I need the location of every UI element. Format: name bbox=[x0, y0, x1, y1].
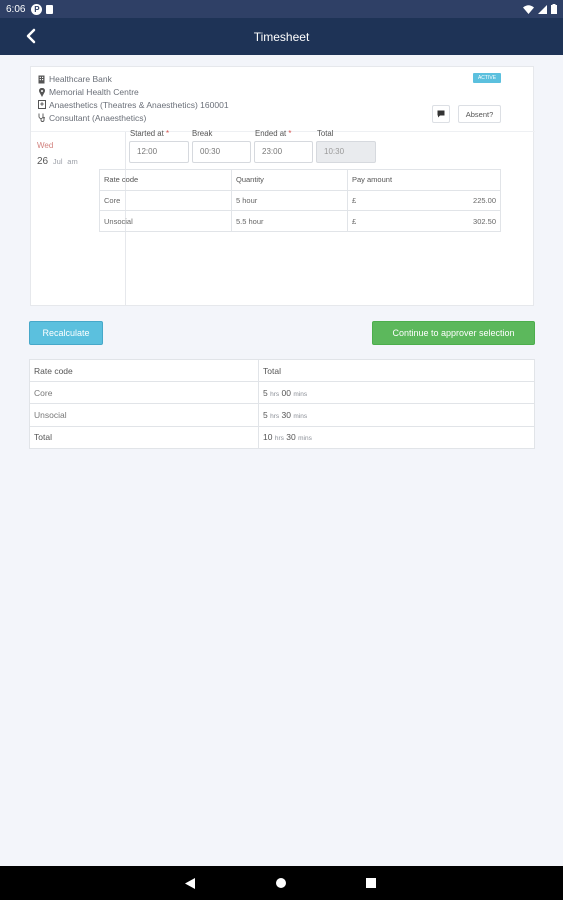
department-name: Anaesthetics (Theatres & Anaesthetics) 1… bbox=[49, 99, 229, 110]
table-row: Total 10 hrs 30 mins bbox=[29, 425, 535, 449]
total-time-input: 10:30 bbox=[316, 141, 376, 163]
signal-icon bbox=[538, 4, 547, 14]
total-label: Total bbox=[317, 129, 334, 138]
back-chevron-icon[interactable] bbox=[22, 26, 42, 46]
status-bar: 6:06 P bbox=[0, 0, 563, 18]
organisation-row: Healthcare Bank bbox=[36, 73, 229, 86]
pay-amount-header: Pay amount bbox=[347, 169, 501, 191]
ended-label-text: Ended at bbox=[255, 129, 287, 138]
department-row: Anaesthetics (Theatres & Anaesthetics) 1… bbox=[36, 99, 229, 112]
hours-unit: hrs bbox=[270, 390, 280, 398]
minutes-value: 30 bbox=[281, 409, 291, 420]
nav-back-icon[interactable] bbox=[185, 878, 195, 889]
hours-value: 10 bbox=[263, 432, 273, 443]
rate-table-header: Rate code Quantity Pay amount bbox=[99, 169, 501, 191]
hours-value: 5 bbox=[263, 409, 268, 420]
started-at-input[interactable]: 12:00 bbox=[129, 141, 189, 163]
map-marker-icon bbox=[36, 87, 47, 97]
site-name: Memorial Health Centre bbox=[49, 87, 139, 98]
date-suffix: am bbox=[67, 157, 78, 166]
status-badge: ACTIVE bbox=[473, 73, 501, 83]
wifi-icon bbox=[523, 4, 534, 14]
started-label-text: Started at bbox=[130, 129, 164, 138]
nav-recents-icon[interactable] bbox=[366, 878, 376, 888]
comment-icon bbox=[437, 110, 445, 118]
rate-code-header: Rate code bbox=[99, 169, 232, 191]
status-time: 6:06 bbox=[6, 3, 26, 15]
building-icon bbox=[36, 74, 47, 84]
stethoscope-icon bbox=[36, 113, 47, 123]
summary-total-header: Total bbox=[258, 358, 535, 383]
hospital-icon bbox=[36, 100, 47, 110]
minutes-value: 30 bbox=[286, 432, 296, 443]
ended-at-input[interactable]: 23:00 bbox=[254, 141, 313, 163]
summary-table: Rate code Total Core 5 hrs 00 mins Unsoc… bbox=[29, 358, 535, 449]
hours-unit: hrs bbox=[270, 412, 280, 420]
quantity-header: Quantity bbox=[231, 169, 348, 191]
p-app-icon: P bbox=[31, 3, 43, 15]
date-month: Jul bbox=[52, 157, 63, 166]
nav-home-icon[interactable] bbox=[276, 878, 286, 888]
break-input[interactable]: 00:30 bbox=[192, 141, 251, 163]
table-row: Unsocial 5.5 hour £302.50 bbox=[99, 210, 501, 233]
summary-total-cell: 10 hrs 30 mins bbox=[258, 425, 535, 449]
summary-rate-code-header: Rate code bbox=[29, 358, 259, 383]
ended-required-mark: * bbox=[288, 129, 292, 138]
table-row: Core 5 hrs 00 mins bbox=[29, 381, 535, 405]
summary-code-cell: Core bbox=[29, 381, 259, 405]
hours-value: 5 bbox=[263, 387, 268, 398]
minutes-unit: mins bbox=[293, 390, 308, 398]
shift-date: 26 Jul am bbox=[37, 156, 78, 167]
pay-amount-cell: £225.00 bbox=[347, 189, 501, 212]
table-row: Unsocial 5 hrs 30 mins bbox=[29, 403, 535, 427]
break-label: Break bbox=[192, 129, 213, 138]
shift-day: Wed bbox=[37, 141, 54, 150]
system-nav-bar bbox=[0, 866, 563, 900]
currency-symbol: £ bbox=[352, 216, 357, 226]
started-label: Started at * bbox=[130, 129, 169, 138]
quantity-cell: 5 hour bbox=[231, 189, 348, 212]
comment-button[interactable] bbox=[432, 105, 450, 123]
organisation-name: Healthcare Bank bbox=[49, 74, 112, 85]
table-row: Core 5 hour £225.00 bbox=[99, 189, 501, 212]
page-title: Timesheet bbox=[253, 29, 310, 44]
clipboard-icon bbox=[46, 4, 54, 14]
date-number: 26 bbox=[37, 156, 49, 167]
continue-approver-button[interactable]: Continue to approver selection bbox=[372, 321, 535, 345]
summary-total-cell: 5 hrs 00 mins bbox=[258, 381, 535, 405]
minutes-unit: mins bbox=[293, 412, 308, 420]
started-required-mark: * bbox=[165, 129, 170, 138]
summary-code-cell: Unsocial bbox=[29, 403, 259, 427]
app-bar: Timesheet bbox=[0, 18, 563, 55]
pay-amount-cell: £302.50 bbox=[347, 210, 501, 233]
shift-info: Healthcare Bank Memorial Health Centre A… bbox=[36, 73, 229, 124]
quantity-cell: 5.5 hour bbox=[231, 210, 348, 233]
summary-header: Rate code Total bbox=[29, 358, 535, 383]
summary-code-cell: Total bbox=[29, 425, 259, 449]
rate-code-cell: Unsocial bbox=[99, 210, 232, 233]
amount-value: 302.50 bbox=[473, 216, 496, 226]
hours-unit: hrs bbox=[274, 435, 284, 443]
amount-value: 225.00 bbox=[473, 196, 496, 206]
minutes-value: 00 bbox=[281, 387, 291, 398]
absent-button[interactable]: Absent? bbox=[458, 105, 501, 123]
minutes-unit: mins bbox=[298, 435, 312, 443]
battery-icon bbox=[551, 4, 557, 14]
site-row: Memorial Health Centre bbox=[36, 86, 229, 99]
ended-label: Ended at * bbox=[255, 129, 291, 138]
rate-table: Rate code Quantity Pay amount Core 5 hou… bbox=[99, 169, 501, 233]
role-row: Consultant (Anaesthetics) bbox=[36, 111, 229, 124]
rate-code-cell: Core bbox=[99, 189, 232, 212]
recalculate-button[interactable]: Recalculate bbox=[29, 321, 103, 345]
summary-total-cell: 5 hrs 30 mins bbox=[258, 403, 535, 427]
role-name: Consultant (Anaesthetics) bbox=[49, 112, 147, 123]
currency-symbol: £ bbox=[352, 196, 357, 206]
